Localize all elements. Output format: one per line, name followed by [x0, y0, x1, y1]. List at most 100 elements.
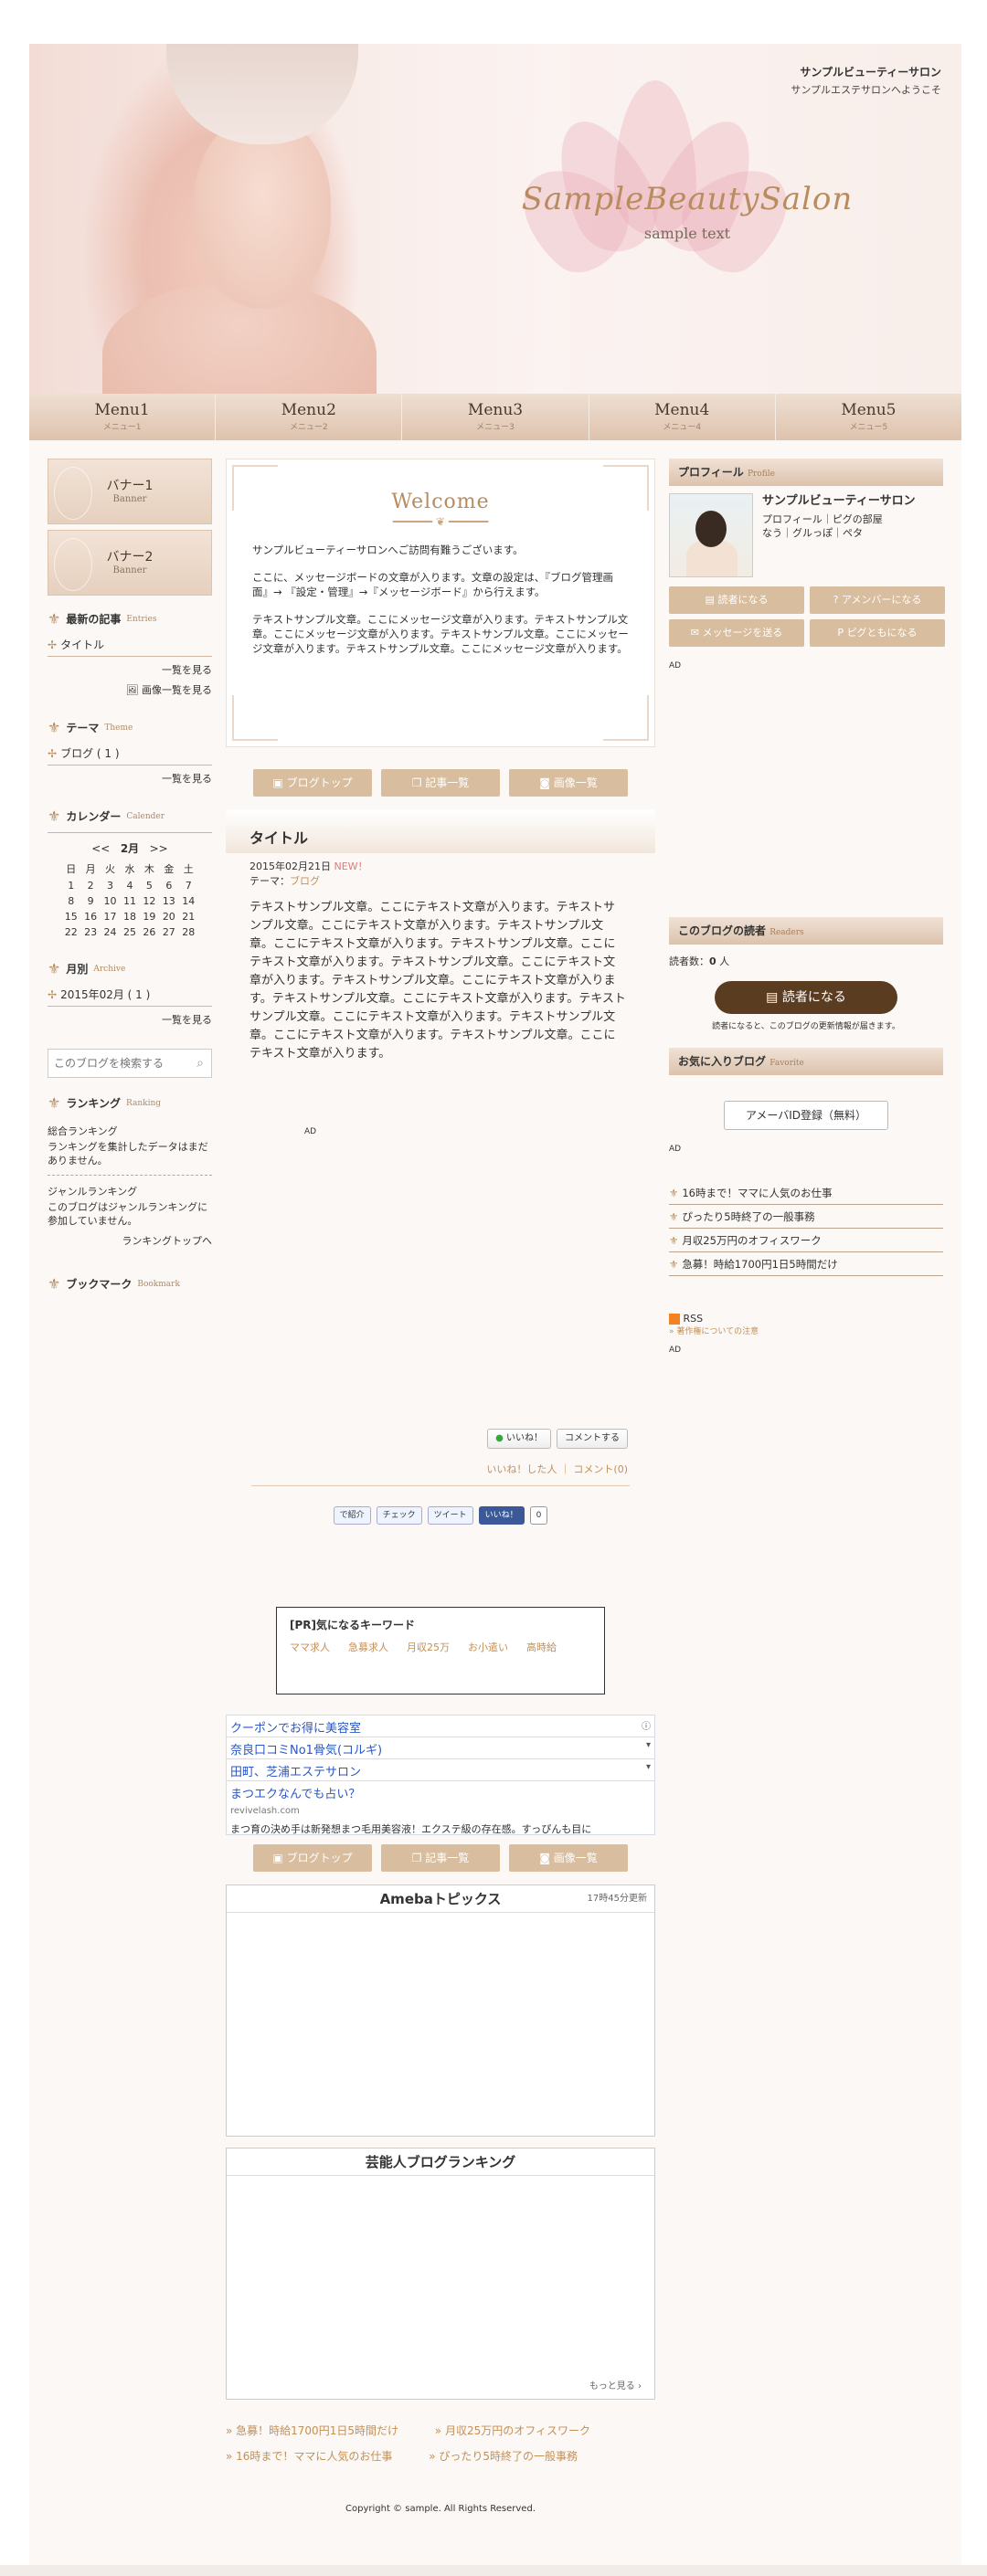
amember-button[interactable]: ? アメンバーになる [810, 586, 945, 614]
recent-more-link[interactable]: 一覧を見る [48, 662, 212, 677]
adchoices-icon[interactable]: ⓘ [642, 1718, 651, 1732]
heading-label: お気に入りブログ [678, 1055, 767, 1068]
comments-link[interactable]: コメント(0) [573, 1463, 628, 1475]
entry-theme-link[interactable]: ブログ [290, 875, 320, 887]
keyword-link[interactable]: 高時給 [526, 1640, 557, 1654]
banner-2[interactable]: バナー2 Banner [48, 530, 212, 596]
calendar-day: 10 [103, 895, 117, 907]
share-mixi-button[interactable]: で紹介 [333, 1506, 371, 1525]
nav-item-menu4[interactable]: Menu4 メニュー4 [589, 394, 776, 440]
bottom-link[interactable]: » 16時まで！ママに人気のお仕事 [226, 2450, 409, 2463]
entry-body: テキストサンプル文章。ここにテキスト文章が入ります。テキストサンプル文章。ここに… [249, 901, 626, 1061]
keyword-link[interactable]: ママ求人 [290, 1640, 330, 1654]
rss-link[interactable]: RSS [669, 1313, 943, 1325]
search-input[interactable] [48, 1050, 181, 1077]
nav-item-menu3[interactable]: Menu3 メニュー3 [402, 394, 589, 440]
entry-list-button[interactable]: ❐ 記事一覧 [381, 1844, 500, 1872]
topics-header: Amebaトピックス 17時45分更新 [227, 1885, 654, 1913]
home-icon: ▣ [272, 776, 283, 789]
archive-item[interactable]: ✢ 2015年02月 ( 1 ) [48, 987, 212, 1007]
blog-top-button[interactable]: ▣ ブログトップ [253, 1844, 372, 1872]
site-name[interactable]: サンプルビューティーサロン [800, 64, 941, 79]
search-icon[interactable]: ⌕ [196, 1056, 204, 1071]
readers-unit: 人 [716, 955, 730, 967]
pigg-button[interactable]: P ピグともになる [810, 619, 945, 647]
calendar-day: 20 [162, 911, 175, 923]
brand-subtitle: sample text [643, 225, 731, 242]
bottom-link[interactable]: » 急募！時給1700円1日5時間だけ [226, 2424, 415, 2437]
like-label: いいね！ [506, 1433, 543, 1443]
image-list-button[interactable]: ◙ 画像一覧 [509, 1844, 628, 1872]
like-icon: ● [495, 1433, 504, 1443]
ad-link[interactable]: まつエクなんでも占い？ [227, 1781, 654, 1803]
ad-link-label: 奈良口コミNo1骨気(コルギ) [230, 1744, 383, 1758]
nav-sublabel: メニュー4 [663, 423, 702, 432]
image-list-link[interactable]: 🖼 画像一覧を見る [48, 682, 212, 697]
entry-title[interactable]: タイトル [226, 809, 655, 853]
job-link[interactable]: ⚜ 16時まで！ママに人気のお仕事 [669, 1181, 943, 1205]
lotus-icon: ⚜ [48, 719, 61, 736]
avatar[interactable] [669, 493, 753, 577]
profile-name[interactable]: サンプルビューティーサロン [762, 493, 940, 509]
flower-bullet-icon: ⚜ [669, 1234, 679, 1247]
ad-url[interactable]: revivelash.com [227, 1803, 654, 1819]
calendar-day: 25 [122, 926, 136, 938]
job-link-label: ぴったり5時終了の一般事務 [682, 1210, 815, 1223]
main-nav: Menu1 メニュー1 Menu2 メニュー2 Menu3 メニュー3 Menu… [29, 394, 961, 440]
heading-en: Readers [769, 928, 804, 937]
welcome-text: テキストサンプル文章。ここにメッセージ文章が入ります。テキストサンプル文章。ここ… [252, 613, 629, 655]
nav-item-menu1[interactable]: Menu1 メニュー1 [29, 394, 217, 440]
entry-list-button[interactable]: ❐ 記事一覧 [381, 769, 500, 797]
theme-more-link[interactable]: 一覧を見る [48, 771, 212, 786]
ad-link[interactable]: 奈良口コミNo1骨気(コルギ) ▾ [227, 1737, 654, 1759]
ranking-total-label[interactable]: 総合ランキング [48, 1124, 212, 1138]
keyword-link[interactable]: 急募求人 [348, 1640, 388, 1654]
job-link[interactable]: ⚜ 急募！時給1700円1日5時間だけ [669, 1252, 943, 1276]
ad-link[interactable]: クーポンでお得に美容室 ⓘ [227, 1716, 654, 1737]
ad-link[interactable]: 田町、芝浦エステサロン ▾ [227, 1759, 654, 1781]
ranking-top-link[interactable]: ランキングトップへ [48, 1233, 212, 1248]
ameba-register-button[interactable]: アメーバID登録（無料） [724, 1101, 888, 1130]
nav-item-menu2[interactable]: Menu2 メニュー2 [216, 394, 403, 440]
job-link[interactable]: ⚜ 月収25万円のオフィスワーク [669, 1229, 943, 1252]
share-check-button[interactable]: チェック [376, 1506, 422, 1525]
calendar-next[interactable]: >> [150, 842, 168, 855]
bottom-link[interactable]: » 月収25万円のオフィスワーク [435, 2424, 607, 2437]
banner-1[interactable]: バナー1 Banner [48, 459, 212, 524]
reader-button[interactable]: ▤ 読者になる [669, 586, 804, 614]
main-content: Welcome ━━━━━━ ❦ ━━━━━━ サンプルビューティーサロンへご訪… [226, 459, 655, 2514]
ad-box: クーポンでお得に美容室 ⓘ 奈良口コミNo1骨気(コルギ) ▾ 田町、芝浦エステサロ… [226, 1715, 655, 1835]
keyword-link[interactable]: 月収25万 [407, 1640, 450, 1654]
message-button[interactable]: ✉ メッセージを送る [669, 619, 804, 647]
nav-sublabel: メニュー3 [476, 423, 515, 432]
keyword-link[interactable]: お小遣い [468, 1640, 508, 1654]
bottom-link[interactable]: » ぴったり5時終了の一般事務 [429, 2450, 594, 2463]
facebook-like-button[interactable]: いいね！ [478, 1506, 525, 1525]
recent-entry[interactable]: ✢ タイトル [48, 637, 212, 657]
image-list-button[interactable]: ◙ 画像一覧 [509, 769, 628, 797]
profile-links[interactable]: プロフィール｜ピグの部屋 なう｜グルっぽ｜ペタ [762, 512, 940, 540]
calendar-day: 28 [182, 926, 196, 938]
calendar-day: 2 [87, 880, 94, 892]
geinin-more-link[interactable]: もっと見る › [589, 2378, 642, 2391]
copyright-notice-link[interactable]: » 著作権についての注意 [669, 1325, 943, 1336]
become-reader-button[interactable]: ▤ 読者になる [715, 981, 897, 1014]
nav-item-menu5[interactable]: Menu5 メニュー5 [776, 394, 961, 440]
ranking-genre-label[interactable]: ジャンルランキング [48, 1185, 212, 1198]
archive-more-link[interactable]: 一覧を見る [48, 1012, 212, 1027]
nav-sublabel: メニュー2 [289, 423, 328, 432]
like-button[interactable]: ● いいね！ [487, 1429, 551, 1449]
share-tweet-button[interactable]: ツイート [427, 1506, 473, 1525]
welcome-text: サンプルビューティーサロンへご訪問有難うございます。 [252, 544, 524, 556]
heading-label: プロフィール [678, 466, 744, 479]
comment-button[interactable]: コメントする [557, 1429, 628, 1449]
job-link[interactable]: ⚜ ぴったり5時終了の一般事務 [669, 1205, 943, 1229]
heading-en: Calender [126, 811, 165, 821]
theme-item[interactable]: ✢ ブログ ( 1 ) [48, 745, 212, 765]
liked-by-link[interactable]: いいね！した人 [486, 1463, 557, 1475]
heading-label: 最新の記事 [66, 613, 122, 626]
divider [48, 832, 212, 833]
keyword-box: [PR]気になるキーワード ママ求人 急募求人 月収25万 お小遣い 高時給 [276, 1607, 605, 1694]
blog-top-button[interactable]: ▣ ブログトップ [253, 769, 372, 797]
calendar-prev[interactable]: << [91, 842, 110, 855]
